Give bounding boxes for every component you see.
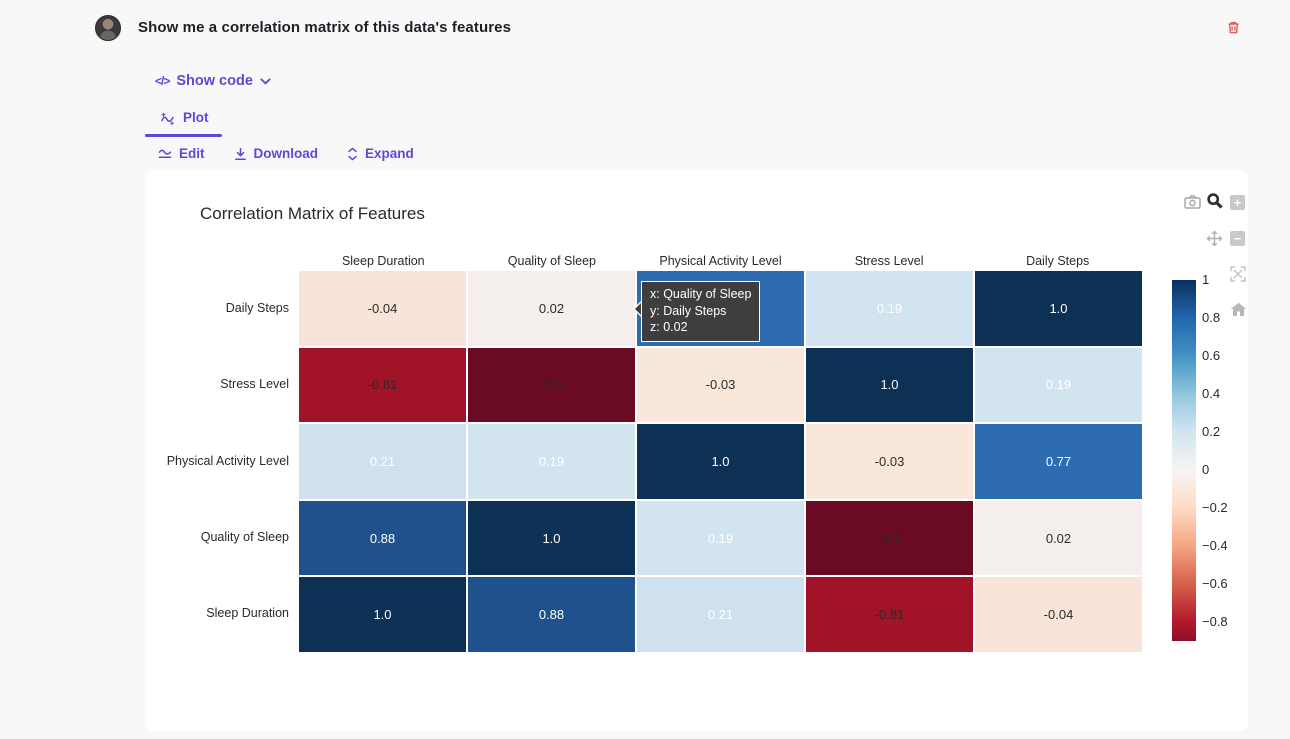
heatmap-cell[interactable]: 0.19 bbox=[468, 424, 635, 499]
zoom-out-icon[interactable]: − bbox=[1230, 231, 1247, 248]
y-axis-label: Physical Activity Level bbox=[145, 454, 289, 468]
heatmap-cell[interactable]: -0.03 bbox=[806, 424, 973, 499]
plot-card: Correlation Matrix of Features + − bbox=[145, 170, 1248, 731]
x-axis-label: Daily Steps bbox=[1026, 254, 1089, 268]
edit-label: Edit bbox=[179, 146, 205, 161]
delete-message-button[interactable] bbox=[1226, 20, 1242, 36]
heatmap-cell[interactable]: 0.88 bbox=[468, 577, 635, 652]
heatmap-cell[interactable]: 1.0 bbox=[637, 424, 804, 499]
heatmap-cell[interactable]: 0.88 bbox=[299, 501, 466, 576]
colorbar-gradient bbox=[1172, 280, 1196, 641]
colorbar-tick-label: 0.2 bbox=[1202, 424, 1220, 439]
zoom-in-icon[interactable]: + bbox=[1230, 195, 1247, 212]
download-button[interactable]: Download bbox=[234, 146, 319, 161]
tooltip-x-line: x: Quality of Sleep bbox=[650, 286, 751, 303]
chat-plot-view: Show me a correlation matrix of this dat… bbox=[0, 0, 1290, 739]
colorbar-tick-label: −0.2 bbox=[1202, 500, 1228, 515]
y-axis-label: Quality of Sleep bbox=[145, 530, 289, 544]
trash-icon bbox=[1226, 20, 1242, 35]
download-icon bbox=[234, 147, 247, 161]
heatmap-cell[interactable]: 0.19 bbox=[637, 501, 804, 576]
edit-adjust-icon bbox=[158, 148, 172, 160]
y-axis-label: Daily Steps bbox=[145, 301, 289, 315]
tab-plot[interactable]: Plot bbox=[160, 110, 209, 125]
expand-button[interactable]: Expand bbox=[347, 146, 414, 161]
chart-title: Correlation Matrix of Features bbox=[200, 204, 425, 224]
tooltip-z-line: z: 0.02 bbox=[650, 319, 751, 336]
x-axis-label: Stress Level bbox=[855, 254, 924, 268]
prompt-message: Show me a correlation matrix of this dat… bbox=[138, 19, 511, 36]
download-label: Download bbox=[254, 146, 319, 161]
tooltip-y-line: y: Daily Steps bbox=[650, 303, 751, 320]
x-axis-label: Sleep Duration bbox=[342, 254, 425, 268]
camera-snapshot-icon[interactable] bbox=[1184, 195, 1201, 212]
x-axis-labels: Sleep Duration Quality of Sleep Physical A… bbox=[299, 254, 1142, 270]
heatmap-cell[interactable]: 1.0 bbox=[806, 348, 973, 423]
heatmap-cell[interactable]: -0.9 bbox=[468, 348, 635, 423]
edit-button[interactable]: Edit bbox=[158, 146, 205, 161]
show-code-toggle[interactable]: </> Show code bbox=[155, 73, 271, 89]
heatmap-cell[interactable]: 1.0 bbox=[468, 501, 635, 576]
tab-plot-label: Plot bbox=[183, 110, 209, 125]
heatmap-cell[interactable]: -0.04 bbox=[975, 577, 1142, 652]
heatmap-cell[interactable]: -0.9 bbox=[806, 501, 973, 576]
y-axis-label: Stress Level bbox=[145, 377, 289, 391]
colorbar-tick-label: −0.6 bbox=[1202, 576, 1228, 591]
heatmap-cell[interactable]: 0.19 bbox=[806, 271, 973, 346]
heatmap-cell[interactable]: -0.04 bbox=[299, 271, 466, 346]
zoom-tool-icon[interactable] bbox=[1206, 192, 1223, 209]
colorbar-tick-label: 0.8 bbox=[1202, 310, 1220, 325]
expand-icon bbox=[347, 147, 358, 161]
plot-sparkle-icon bbox=[160, 111, 175, 125]
heatmap-cell[interactable]: -0.81 bbox=[299, 348, 466, 423]
pan-icon[interactable] bbox=[1206, 230, 1223, 247]
heatmap-cell[interactable]: 0.21 bbox=[299, 424, 466, 499]
show-code-label: Show code bbox=[176, 73, 253, 89]
active-tab-underline bbox=[145, 134, 222, 137]
y-axis-label: Sleep Duration bbox=[145, 606, 289, 620]
x-axis-label: Physical Activity Level bbox=[659, 254, 781, 268]
heatmap-cell[interactable]: 0.02 bbox=[975, 501, 1142, 576]
heatmap-cell[interactable]: -0.03 bbox=[637, 348, 804, 423]
colorbar-tick-label: 1 bbox=[1202, 272, 1209, 287]
code-icon: </> bbox=[155, 74, 169, 88]
colorbar-tick-label: 0 bbox=[1202, 462, 1209, 477]
plot-toolbar: Edit Download Expand bbox=[158, 146, 414, 161]
x-axis-label: Quality of Sleep bbox=[508, 254, 596, 268]
heatmap-cell[interactable]: 0.77 bbox=[975, 424, 1142, 499]
chevron-down-icon bbox=[260, 78, 271, 85]
heatmap-cell[interactable]: 0.19 bbox=[975, 348, 1142, 423]
colorbar-tick-label: −0.8 bbox=[1202, 614, 1228, 629]
heatmap-cell[interactable]: 1.0 bbox=[975, 271, 1142, 346]
y-axis-labels: Daily Steps Stress Level Physical Activity… bbox=[145, 271, 289, 652]
colorbar-tick-label: −0.4 bbox=[1202, 538, 1228, 553]
hover-tooltip: x: Quality of Sleep y: Daily Steps z: 0.… bbox=[641, 281, 760, 342]
colorbar-tick-label: 0.6 bbox=[1202, 348, 1220, 363]
user-avatar bbox=[95, 15, 121, 41]
heatmap-cell[interactable]: -0.81 bbox=[806, 577, 973, 652]
expand-label: Expand bbox=[365, 146, 414, 161]
colorbar-tick-label: 0.4 bbox=[1202, 386, 1220, 401]
heatmap-cell[interactable]: 0.21 bbox=[637, 577, 804, 652]
heatmap-cell[interactable]: 0.02 bbox=[468, 271, 635, 346]
heatmap-cell[interactable]: 1.0 bbox=[299, 577, 466, 652]
colorbar-ticks: 10.80.60.40.20−0.2−0.4−0.6−0.8 bbox=[1202, 280, 1252, 641]
